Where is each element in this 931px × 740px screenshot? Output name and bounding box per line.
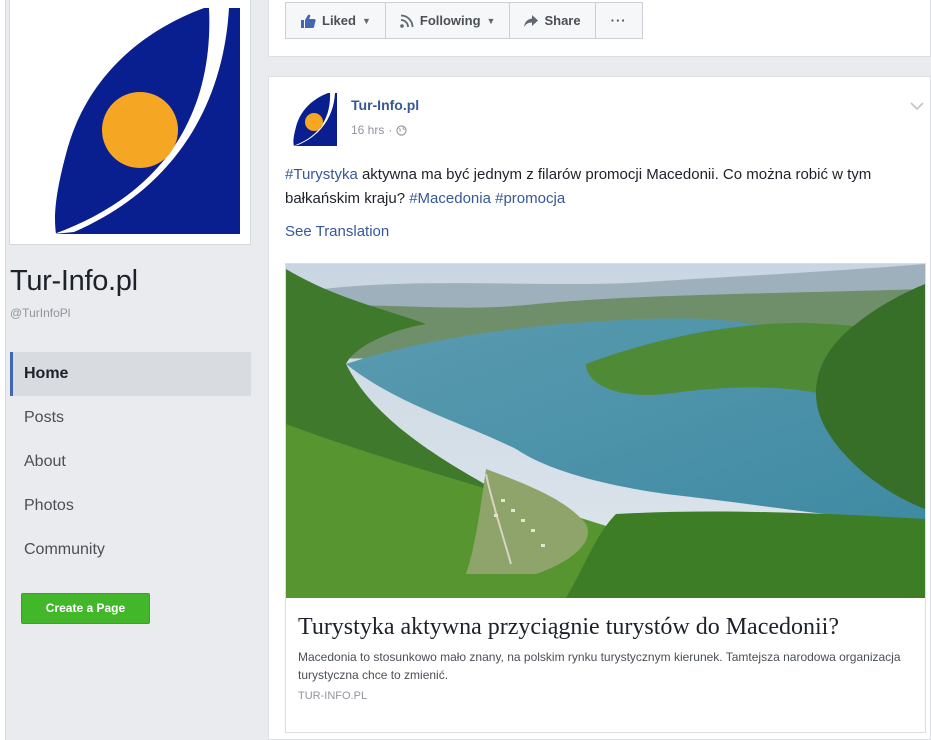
facebook-page: Tur-Info.pl @TurInfoPl Home Posts About … xyxy=(0,0,931,740)
profile-picture[interactable] xyxy=(10,0,250,244)
hashtag-macedonia[interactable]: #Macedonia xyxy=(409,190,491,207)
post-card: Tur-Info.pl 16 hrs · #Turystyka aktywna … xyxy=(268,76,931,740)
nav-item-home[interactable]: Home xyxy=(10,352,251,396)
caret-down-icon: ▼ xyxy=(486,15,496,26)
lake-landscape-image xyxy=(286,264,925,598)
share-label: Share xyxy=(544,13,581,28)
nav-item-community[interactable]: Community xyxy=(10,528,251,572)
thumbs-up-icon xyxy=(300,14,316,28)
tur-info-logo xyxy=(14,4,246,240)
post-avatar[interactable] xyxy=(284,92,339,147)
window-edge xyxy=(0,0,6,740)
link-preview[interactable]: Turystyka aktywna przyciągnie turystów d… xyxy=(285,263,926,733)
hashtag-turystyka[interactable]: #Turystyka xyxy=(285,166,358,183)
post-meta: 16 hrs · xyxy=(351,123,407,137)
link-preview-body: Turystyka aktywna przyciągnie turystów d… xyxy=(286,598,925,702)
rss-icon xyxy=(400,14,414,28)
liked-button[interactable]: Liked ▼ xyxy=(285,2,386,39)
chevron-down-icon[interactable] xyxy=(910,101,924,111)
link-description: Macedonia to stosunkowo mało znany, na p… xyxy=(298,650,901,682)
nav-item-about[interactable]: About xyxy=(10,440,251,484)
liked-label: Liked xyxy=(322,13,356,28)
share-button[interactable]: Share xyxy=(509,2,596,39)
post-text: #Turystyka aktywna ma być jednym z filar… xyxy=(285,163,930,211)
more-options-button[interactable]: ··· xyxy=(594,2,643,39)
action-buttons: Liked ▼ Following ▼ Share ··· xyxy=(285,2,643,39)
share-arrow-icon xyxy=(524,14,539,27)
link-domain: TUR-INFO.PL xyxy=(298,690,368,702)
nav-item-posts[interactable]: Posts xyxy=(10,396,251,440)
caret-down-icon: ▼ xyxy=(361,15,371,26)
following-button[interactable]: Following ▼ xyxy=(384,2,511,39)
post-body-text: aktywna ma być jednym z filarów promocji… xyxy=(285,166,872,207)
meta-separator: · xyxy=(388,123,393,137)
page-name[interactable]: Tur-Info.pl xyxy=(10,265,138,298)
following-label: Following xyxy=(419,13,481,28)
link-title[interactable]: Turystyka aktywna przyciągnie turystów d… xyxy=(298,612,913,642)
nav-item-photos[interactable]: Photos xyxy=(10,484,251,528)
hashtag-promocja[interactable]: #promocja xyxy=(495,190,565,207)
see-translation-link[interactable]: See Translation xyxy=(285,223,389,240)
page-nav: Home Posts About Photos Community xyxy=(10,352,251,572)
post-author[interactable]: Tur-Info.pl xyxy=(351,97,419,113)
globe-icon[interactable] xyxy=(396,124,407,136)
post-timestamp[interactable]: 16 hrs xyxy=(351,123,384,137)
create-page-button[interactable]: Create a Page xyxy=(21,593,150,624)
page-handle[interactable]: @TurInfoPl xyxy=(10,306,70,320)
page-action-bar: Liked ▼ Following ▼ Share ··· xyxy=(268,0,931,57)
